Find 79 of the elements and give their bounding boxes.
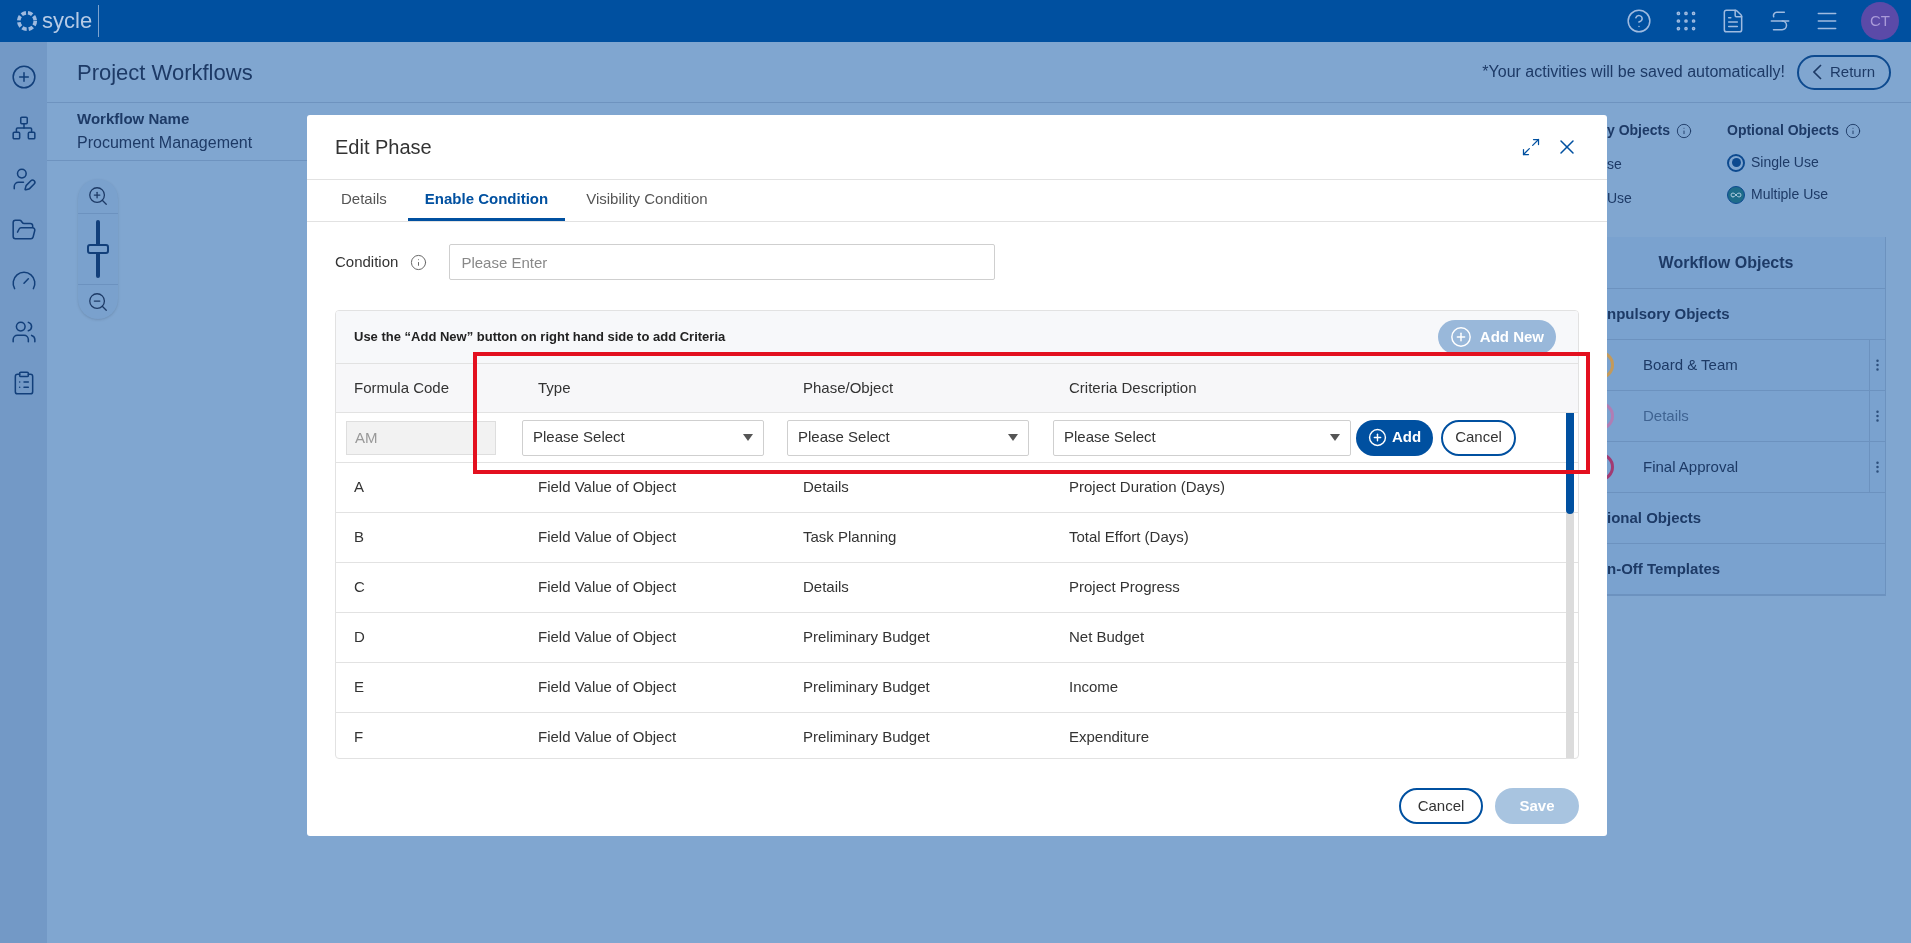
- add-icon[interactable]: [10, 64, 37, 90]
- workflow-name: Procument Management: [77, 132, 253, 153]
- table-cell: Project Duration (Days): [1069, 478, 1225, 496]
- select-field[interactable]: Please Select: [522, 419, 764, 456]
- column-header: Criteria Description: [1069, 378, 1197, 396]
- help-icon[interactable]: [1626, 8, 1652, 34]
- logo-text: sycle: [42, 10, 93, 32]
- tab[interactable]: Enable Condition: [407, 181, 566, 221]
- single-use-icon: [1727, 153, 1745, 172]
- expand-icon[interactable]: [1521, 137, 1541, 157]
- return-button[interactable]: Return: [1796, 54, 1891, 90]
- zoom-slider-track[interactable]: [87, 220, 109, 278]
- table-cell: Preliminary Budget: [803, 628, 930, 646]
- object-item[interactable]: Board & Team: [1643, 353, 1869, 377]
- dropdown-icon: [1330, 434, 1340, 441]
- table-cell: Total Effort (Days): [1069, 528, 1189, 546]
- chevron-left-icon: [1812, 64, 1822, 80]
- hint-text: Use the “Add New” button on right hand side to add Criteria: [354, 328, 727, 347]
- info-icon[interactable]: [1676, 122, 1693, 139]
- info-icon[interactable]: [410, 253, 428, 271]
- table-cell: Field Value of Object: [538, 728, 677, 746]
- table-cell: Field Value of Object: [538, 678, 677, 696]
- network-icon[interactable]: [10, 115, 37, 141]
- table-cell: Details: [803, 478, 849, 496]
- legend-title: y Objects: [1607, 121, 1671, 140]
- legend-option: Single Use: [1751, 152, 1819, 173]
- table-cell: C: [354, 578, 365, 596]
- object-item[interactable]: Final Approval: [1643, 455, 1869, 479]
- select-field[interactable]: Please Select: [1053, 419, 1351, 456]
- add-button[interactable]: Add: [1356, 419, 1434, 456]
- plus-circle-icon: [1368, 428, 1387, 447]
- select-field[interactable]: Please Select: [787, 419, 1029, 456]
- table-cell: B: [354, 528, 364, 546]
- zoom-in-icon[interactable]: [87, 185, 109, 207]
- infinity-icon: [1727, 185, 1745, 204]
- table-cell: A: [354, 478, 364, 496]
- condition-field[interactable]: Please Enter: [449, 244, 996, 280]
- table-cell: E: [354, 678, 364, 696]
- table-cell: Task Planning: [803, 528, 897, 546]
- autosave-note: *Your activities will be saved automatically!: [1482, 62, 1785, 82]
- page-title: Project Workflows: [77, 58, 254, 87]
- tab[interactable]: Visibility Condition: [569, 181, 725, 221]
- tab[interactable]: Details: [324, 181, 404, 221]
- table-cell: Preliminary Budget: [803, 728, 930, 746]
- zoom-out-icon[interactable]: [87, 291, 109, 313]
- table-cell: Field Value of Object: [538, 578, 677, 596]
- condition-label: Condition: [335, 251, 399, 272]
- legend-option: Multiple Use: [1751, 184, 1829, 205]
- column-header: Type: [538, 378, 571, 396]
- legend-option: se: [1607, 154, 1727, 175]
- table-cell: Project Progress: [1069, 578, 1180, 596]
- user-edit-icon[interactable]: [10, 166, 37, 192]
- workflow-name-label: Workflow Name: [77, 109, 190, 130]
- logo-icon: [16, 10, 38, 32]
- table-cell: Expenditure: [1069, 728, 1150, 746]
- scrollbar[interactable]: [1566, 413, 1574, 758]
- cancel-button[interactable]: Cancel: [1441, 419, 1516, 456]
- table-cell: Details: [803, 578, 849, 596]
- table-cell: F: [354, 728, 364, 746]
- table-cell: Field Value of Object: [538, 478, 677, 496]
- table-cell: Field Value of Object: [538, 528, 677, 546]
- info-icon[interactable]: [1845, 122, 1861, 139]
- table-cell: Preliminary Budget: [803, 678, 930, 696]
- dialog-title: Edit Phase: [335, 135, 433, 160]
- zoom-slider-thumb[interactable]: [87, 244, 109, 254]
- table-cell: Income: [1069, 678, 1119, 696]
- legend-option: Use: [1607, 188, 1727, 209]
- user-avatar[interactable]: CT: [1861, 2, 1899, 40]
- table-cell: D: [354, 628, 365, 646]
- dropdown-icon: [743, 434, 753, 441]
- table-cell: Net Budget: [1069, 628, 1145, 646]
- legend-title: Optional Objects: [1727, 121, 1839, 140]
- column-header: Formula Code: [354, 378, 450, 396]
- column-header: Phase/Object: [803, 378, 894, 396]
- people-icon[interactable]: [10, 319, 37, 345]
- table-cell: Field Value of Object: [538, 628, 677, 646]
- plus-circle-icon: [1449, 326, 1472, 348]
- dropdown-icon: [1008, 434, 1018, 441]
- footer-cancel-button[interactable]: Cancel: [1399, 788, 1483, 824]
